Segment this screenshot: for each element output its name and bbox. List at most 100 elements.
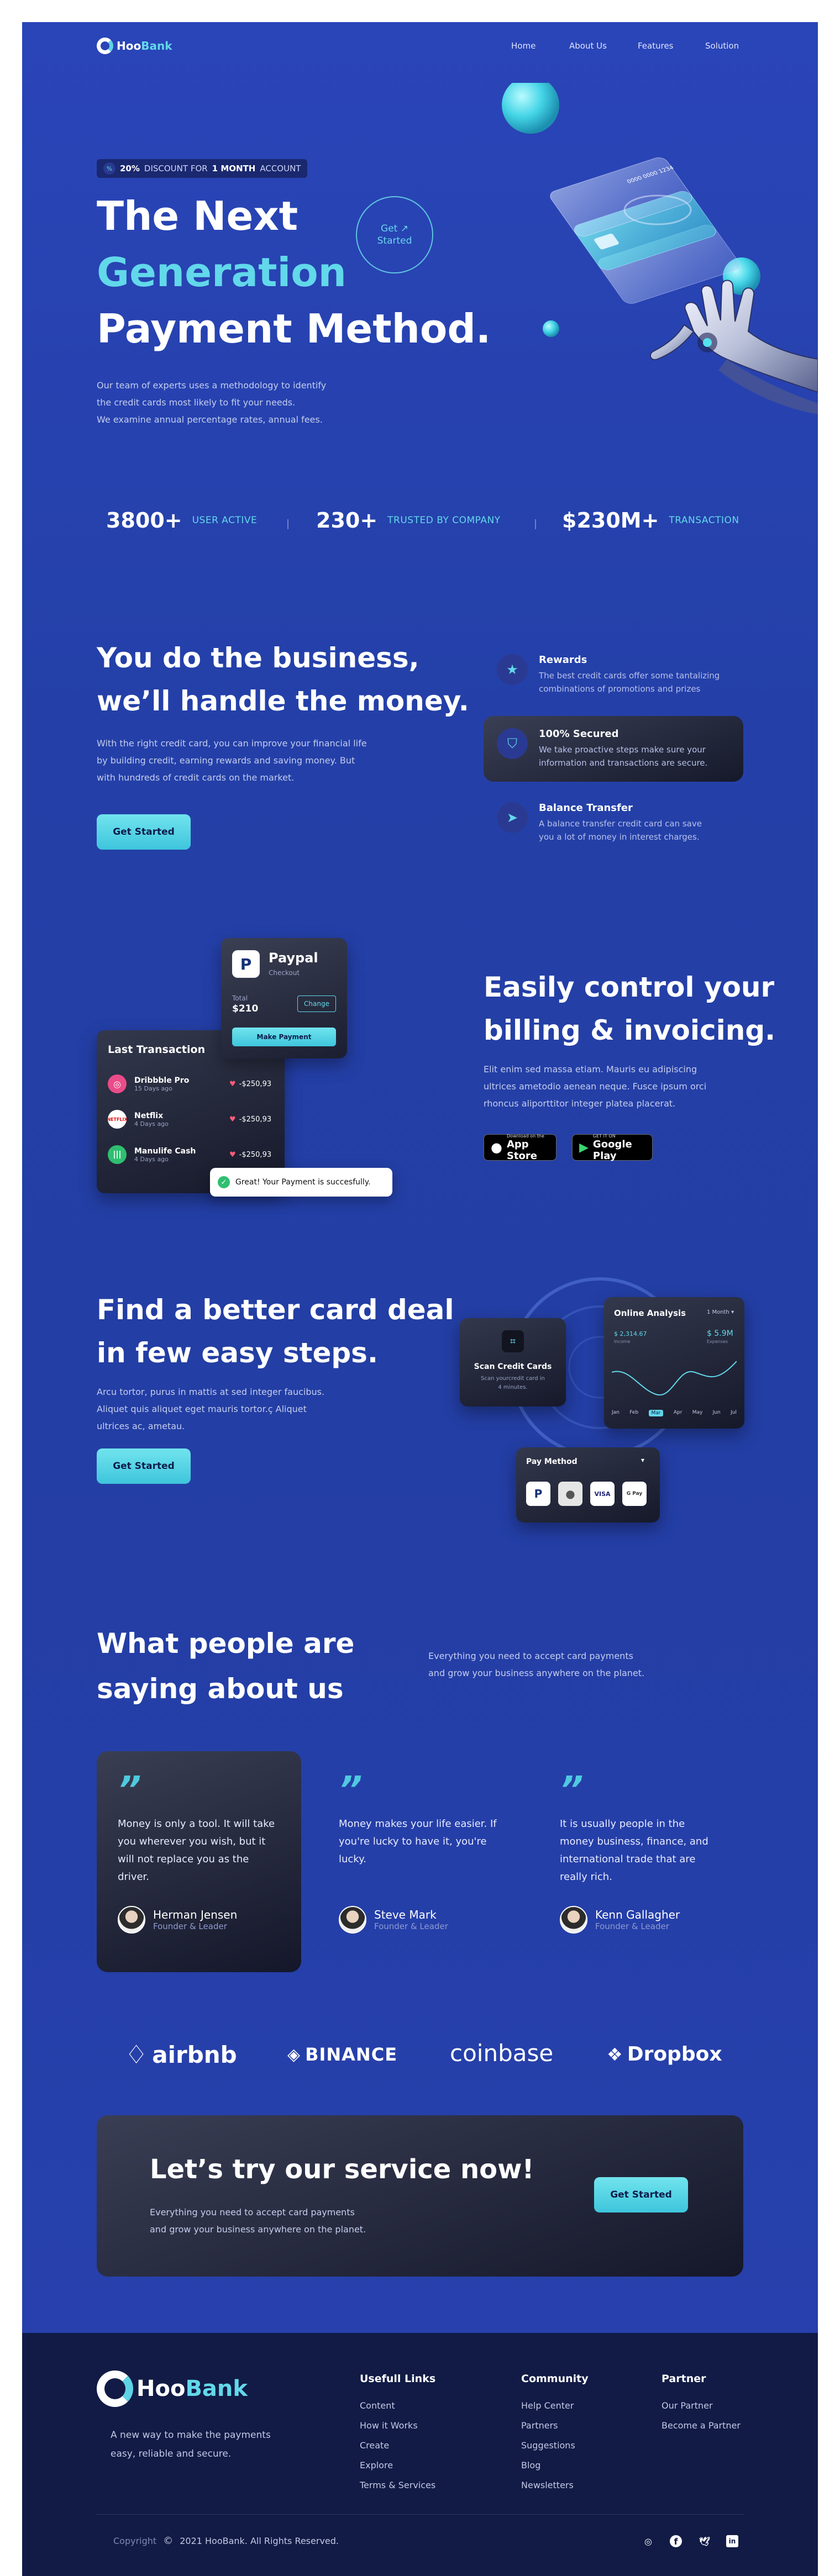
feature-rewards: ★ Rewards The best credit cards offer so… <box>484 642 743 708</box>
footer-link[interactable]: Create <box>360 2436 435 2456</box>
star-icon: ★ <box>497 654 528 685</box>
appstore-big: App Store <box>506 1138 537 1162</box>
page-main: Hoo Bank Home About Us Features Solution … <box>22 22 818 2333</box>
paypal-subtitle: Checkout <box>269 969 300 977</box>
avatar <box>560 1906 587 1934</box>
change-button[interactable]: Change <box>297 995 336 1012</box>
testimonial-text-line: money business, finance, and <box>560 1836 708 1847</box>
twitter-icon[interactable]: 🕊︎ <box>697 2534 712 2548</box>
chevron-down-icon[interactable]: ▾ <box>641 1456 644 1464</box>
footer-link[interactable]: Become a Partner <box>662 2416 741 2436</box>
footer-link[interactable]: Partners <box>521 2416 589 2436</box>
business-description: With the right credit card, you can impr… <box>97 735 367 786</box>
scan-credit-card[interactable]: ⌗ Scan Credit Cards Scan yourcredit card… <box>460 1318 566 1406</box>
partner-dropbox-name: Dropbox <box>627 2043 722 2066</box>
partner-binance[interactable]: ◈ BINANCE <box>287 2044 397 2065</box>
footer-brand-b: Bank <box>185 2376 248 2401</box>
paypal-checkout-card: P Paypal Checkout Total $210 Change Make… <box>221 938 347 1058</box>
tx-amount: -$250,93 <box>239 1080 272 1088</box>
footer-link[interactable]: Newsletters <box>521 2475 589 2495</box>
google-play-button[interactable]: ▶ GET IT ON Google Play <box>572 1134 653 1162</box>
partner-airbnb[interactable]: ♢ airbnb <box>125 2040 237 2069</box>
steps-desc-line2: Aliquet quis aliquet eget mauris tortor.… <box>97 1404 307 1414</box>
footer-col-title: Partner <box>662 2373 706 2385</box>
facebook-icon[interactable]: f <box>670 2535 682 2547</box>
tx-amount: -$250,93 <box>239 1151 272 1159</box>
steps-desc-line3: ultrices ac, ametau. <box>97 1421 185 1431</box>
transaction-row[interactable]: ◎ Dribbble Pro 15 Days ago <box>108 1074 189 1093</box>
brand-logo[interactable]: Hoo Bank <box>97 38 172 54</box>
cta-get-started-button[interactable]: Get Started <box>594 2177 688 2212</box>
nav-features[interactable]: Features <box>638 41 674 51</box>
stat-users-label: USER ACTIVE <box>192 515 258 526</box>
footer-link[interactable]: Explore <box>360 2456 435 2475</box>
pay-option-gpay[interactable]: G Pay <box>622 1482 647 1506</box>
scan-title: Scan Credit Cards <box>474 1362 552 1371</box>
month-label: Jan <box>612 1410 620 1415</box>
total-value: $210 <box>232 1003 259 1014</box>
hero-title-line2: Generation <box>97 249 347 296</box>
pay-option-visa[interactable]: VISA <box>590 1482 615 1506</box>
nav-solution[interactable]: Solution <box>705 41 739 51</box>
apple-pay-icon[interactable]: ● <box>558 1482 582 1506</box>
linkedin-icon[interactable]: in <box>726 2535 738 2547</box>
transaction-row[interactable]: ||| Manulife Cash 4 Days ago <box>108 1145 196 1164</box>
testimonial-text-line: lucky. <box>339 1853 366 1865</box>
hero-desc-line2: the credit cards most likely to fit your… <box>97 397 296 408</box>
testimonial-text-line: Money makes your life easier. If <box>339 1818 497 1830</box>
testimonial-name: Kenn Gallagher <box>595 1908 680 1921</box>
hero-get-started-button[interactable]: Get ↗ Started <box>356 196 433 273</box>
transaction-row[interactable]: NETFLIX Netflix 4 Days ago <box>107 1110 169 1129</box>
steps-get-started-button[interactable]: Get Started <box>97 1448 191 1484</box>
footer-link[interactable]: Our Partner <box>662 2396 741 2416</box>
footer-tagline-line2: easy, reliable and secure. <box>111 2448 232 2459</box>
testimonial-text-line: will not replace you as the <box>118 1853 249 1865</box>
business-get-started-button[interactable]: Get Started <box>97 814 191 850</box>
footer-col-title: Community <box>521 2373 589 2385</box>
nav-home[interactable]: Home <box>511 41 536 51</box>
footer-brand-logo[interactable]: Hoo Bank <box>97 2370 248 2407</box>
pay-method-card: Pay Method ▾ P ● VISA G Pay <box>516 1447 660 1523</box>
toast-text: Great! Your Payment is succesfully. <box>235 1178 371 1187</box>
month-label: May <box>692 1410 703 1415</box>
footer-link[interactable]: Help Center <box>521 2396 589 2416</box>
hero-desc-line3: We examine annual percentage rates, annu… <box>97 414 323 425</box>
partner-coinbase[interactable]: coinbase <box>450 2040 553 2067</box>
footer-link[interactable]: How it Works <box>360 2416 435 2436</box>
hero-description: Our team of experts uses a methodology t… <box>97 377 326 428</box>
instagram-icon[interactable]: ◎ <box>641 2534 655 2548</box>
badge-percent: 20% <box>120 164 140 173</box>
stat-divider <box>535 519 536 529</box>
footer-link[interactable]: Suggestions <box>521 2436 589 2456</box>
app-store-button[interactable]: ● Download on the App Store <box>484 1134 556 1162</box>
feature-secured: ⛉ 100% Secured We take proactive steps m… <box>484 716 743 782</box>
footer-link[interactable]: Terms & Services <box>360 2475 435 2495</box>
tx-date: 15 Days ago <box>134 1084 172 1092</box>
business-title-line1: You do the business, <box>97 642 419 674</box>
make-payment-button[interactable]: Make Payment <box>232 1028 336 1046</box>
scan-icon: ⌗ <box>502 1330 524 1352</box>
brand-name-a: Hoo <box>117 39 141 52</box>
steps-title-line1: Find a better card deal <box>97 1294 454 1326</box>
month-label: Feb <box>629 1410 639 1415</box>
discount-icon: % <box>103 162 116 175</box>
badge-text-end: ACCOUNT <box>260 164 301 173</box>
badge-text-mid: DISCOUNT FOR <box>144 164 208 173</box>
partner-dropbox[interactable]: ❖ Dropbox <box>607 2043 722 2066</box>
stat-users-number: 3800+ <box>106 508 182 533</box>
stat-companies: 230+ TRUSTED BY COMPANY <box>316 508 501 533</box>
billing-title-line2: billing & invoicing. <box>484 1014 776 1046</box>
pay-option-paypal[interactable]: P <box>526 1482 550 1506</box>
analysis-period-select[interactable]: 1 Month ▾ <box>707 1309 734 1315</box>
footer-link[interactable]: Blog <box>521 2456 589 2475</box>
month-label-active[interactable]: Mar <box>648 1410 664 1416</box>
footer-link[interactable]: Content <box>360 2396 435 2416</box>
discount-badge: % 20% DISCOUNT FOR 1 MONTH ACCOUNT <box>97 159 308 178</box>
analysis-title: Online Analysis <box>614 1308 686 1318</box>
nav-about-us[interactable]: About Us <box>569 41 607 51</box>
steps-desc-line1: Arcu tortor, purus in mattis at sed inte… <box>97 1387 325 1397</box>
google-play-icon: ▶ <box>579 1140 589 1155</box>
tx-name: Netflix <box>134 1111 164 1120</box>
scan-sub-1: Scan yourcredit card in <box>481 1376 545 1382</box>
business-desc-line3: with hundreds of credit cards on the mar… <box>97 772 295 783</box>
